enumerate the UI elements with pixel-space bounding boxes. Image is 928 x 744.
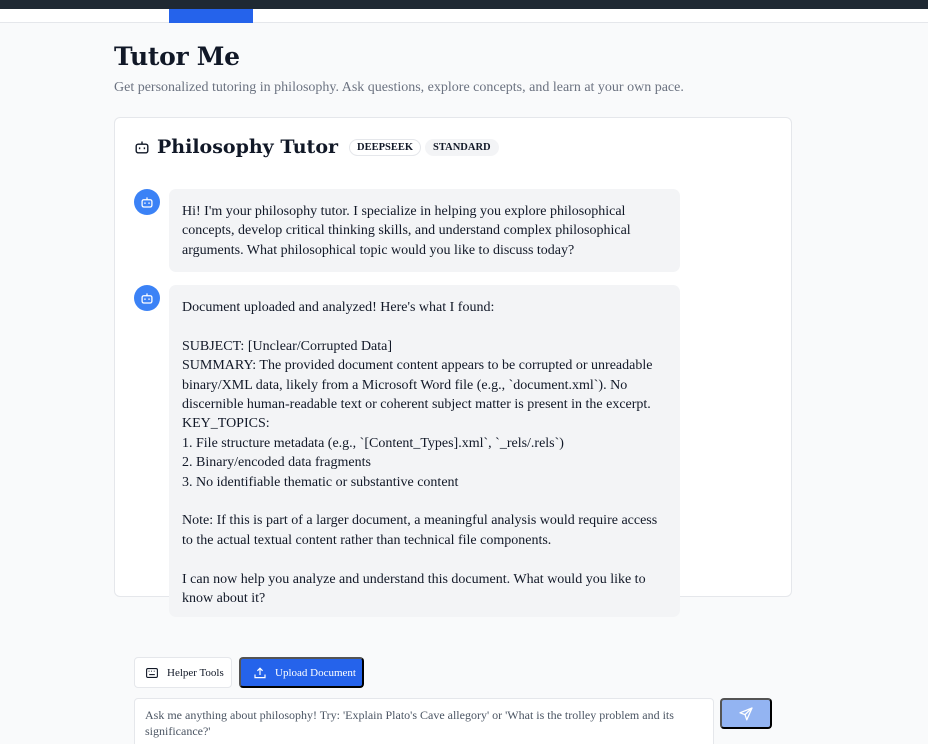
helper-tools-button[interactable]: Helper Tools xyxy=(134,657,232,688)
bot-icon xyxy=(141,196,153,208)
nav-strip xyxy=(0,9,928,23)
model-badge: DEEPSEEK xyxy=(349,138,422,156)
page-subtitle: Get personalized tutoring in philosophy.… xyxy=(114,80,684,95)
card-title: Philosophy Tutor xyxy=(157,136,339,158)
send-button[interactable] xyxy=(720,698,772,729)
keyboard-icon xyxy=(146,667,158,678)
bot-icon xyxy=(141,292,153,304)
tutor-message: Hi! I'm your philosophy tutor. I special… xyxy=(169,189,680,272)
bot-icon xyxy=(134,140,149,155)
upload-document-label: Upload Document xyxy=(275,666,356,679)
helper-tools-label: Helper Tools xyxy=(167,666,224,679)
nav-tab-active[interactable] xyxy=(169,9,253,23)
page-title: Tutor Me xyxy=(114,42,240,71)
upload-document-button[interactable]: Upload Document xyxy=(239,657,364,688)
card-header: Philosophy Tutor DEEPSEEK STANDARD xyxy=(134,134,499,160)
tutor-message: Document uploaded and analyzed! Here's w… xyxy=(169,285,680,617)
upload-icon xyxy=(254,666,266,678)
mode-badge: STANDARD xyxy=(425,138,499,156)
tutor-avatar xyxy=(134,285,160,311)
tutor-avatar xyxy=(134,189,160,215)
chat-input[interactable] xyxy=(134,698,714,744)
top-bar xyxy=(0,0,928,9)
send-icon xyxy=(739,706,753,720)
